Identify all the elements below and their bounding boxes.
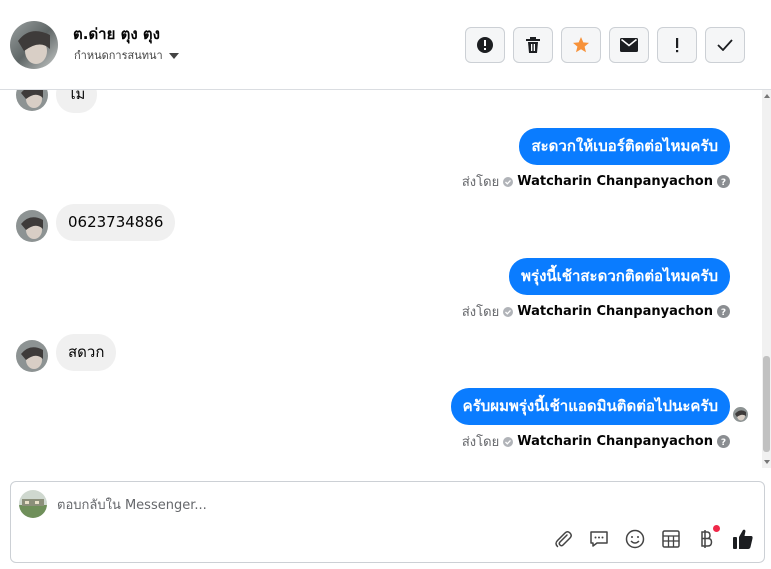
mark-unread-button[interactable]	[609, 27, 649, 63]
help-icon[interactable]: ?	[717, 305, 730, 318]
check-icon	[717, 39, 733, 51]
like-button[interactable]	[732, 528, 754, 550]
agent-name: Watcharin Chanpanyachon	[517, 304, 713, 319]
sent-by-label: ส่งโดย	[461, 435, 500, 450]
verified-check-icon	[503, 306, 514, 317]
catalog-button[interactable]	[660, 528, 682, 550]
incoming-message-bubble: ไม่	[56, 90, 98, 113]
incoming-message-bubble: 0623734886	[56, 204, 176, 241]
star-icon	[573, 37, 589, 53]
verified-check-icon	[503, 176, 514, 187]
saved-reply-button[interactable]	[588, 528, 610, 550]
conversation-toolbar	[465, 27, 745, 63]
delete-button[interactable]	[513, 27, 553, 63]
verified-check-icon	[503, 436, 514, 447]
outgoing-message-bubble: สะดวกให้เบอร์ติดต่อไหมครับ	[519, 128, 730, 165]
sent-by-label: ส่งโดย	[461, 305, 500, 320]
notification-dot	[713, 525, 720, 532]
payment-button[interactable]	[696, 525, 720, 550]
scroll-down-arrow[interactable]	[764, 460, 770, 464]
star-button[interactable]	[561, 27, 601, 63]
agent-name: Watcharin Chanpanyachon	[517, 434, 713, 449]
sent-by-label: ส่งโดย	[461, 175, 500, 190]
outgoing-message-bubble: ครับผมพรุ่งนี้เช้าแอดมินติดต่อไปนะครับ	[450, 388, 730, 425]
message-scrollbar[interactable]	[762, 90, 771, 468]
composer-tools	[552, 525, 754, 550]
envelope-icon	[620, 38, 638, 52]
sent-by-info: ส่งโดย Watcharin Chanpanyachon ?	[462, 431, 730, 452]
page-avatar	[19, 490, 47, 518]
attach-button[interactable]	[552, 528, 574, 550]
paperclip-icon	[555, 531, 572, 548]
scrollbar-thumb[interactable]	[763, 356, 770, 452]
message-thread[interactable]: ไม่ สะดวกให้เบอร์ติดต่อไหมครับ ส่งโดย Wa…	[0, 90, 762, 468]
emoji-button[interactable]	[624, 528, 646, 550]
contact-message-avatar	[16, 90, 48, 111]
contact-message-avatar	[16, 210, 48, 242]
priority-button[interactable]	[657, 27, 697, 63]
baht-icon	[701, 530, 713, 548]
contact-name: ต.ด่าย ตุง ตุง	[73, 25, 160, 43]
agent-name: Watcharin Chanpanyachon	[517, 174, 713, 189]
alert-circle-icon	[477, 37, 493, 53]
exclamation-icon	[676, 38, 679, 53]
reply-composer	[10, 481, 765, 563]
conversation-header: ต.ด่าย ตุง ตุง กำหนดการสนทนา	[0, 0, 771, 90]
help-icon[interactable]: ?	[717, 175, 730, 188]
seen-indicator-avatar	[733, 407, 748, 422]
emoji-icon	[625, 529, 645, 549]
svg-text:?: ?	[721, 308, 726, 318]
svg-text:?: ?	[721, 178, 726, 188]
saved-reply-icon	[590, 531, 608, 547]
help-icon[interactable]: ?	[717, 435, 730, 448]
done-button[interactable]	[705, 27, 745, 63]
assign-label: กำหนดการสนทนา	[74, 49, 163, 62]
report-button[interactable]	[465, 27, 505, 63]
assign-conversation-dropdown[interactable]: กำหนดการสนทนา	[74, 46, 179, 64]
sent-by-info: ส่งโดย Watcharin Chanpanyachon ?	[462, 171, 730, 192]
scroll-up-arrow[interactable]	[764, 94, 770, 98]
sent-by-info: ส่งโดย Watcharin Chanpanyachon ?	[462, 301, 730, 322]
messenger-conversation-view: ต.ด่าย ตุง ตุง กำหนดการสนทนา ไม่ สะดวกให…	[0, 0, 771, 569]
incoming-message-bubble: สดวก	[56, 334, 117, 371]
svg-text:?: ?	[721, 438, 726, 448]
table-icon	[662, 530, 680, 548]
outgoing-message-bubble: พรุ่งนี้เช้าสะดวกติดต่อไหมครับ	[509, 258, 730, 295]
trash-icon	[526, 37, 540, 53]
contact-avatar[interactable]	[10, 21, 58, 69]
contact-message-avatar	[16, 340, 48, 372]
thumbs-up-icon	[733, 529, 753, 549]
caret-down-icon	[168, 49, 179, 62]
reply-input[interactable]	[57, 494, 557, 516]
